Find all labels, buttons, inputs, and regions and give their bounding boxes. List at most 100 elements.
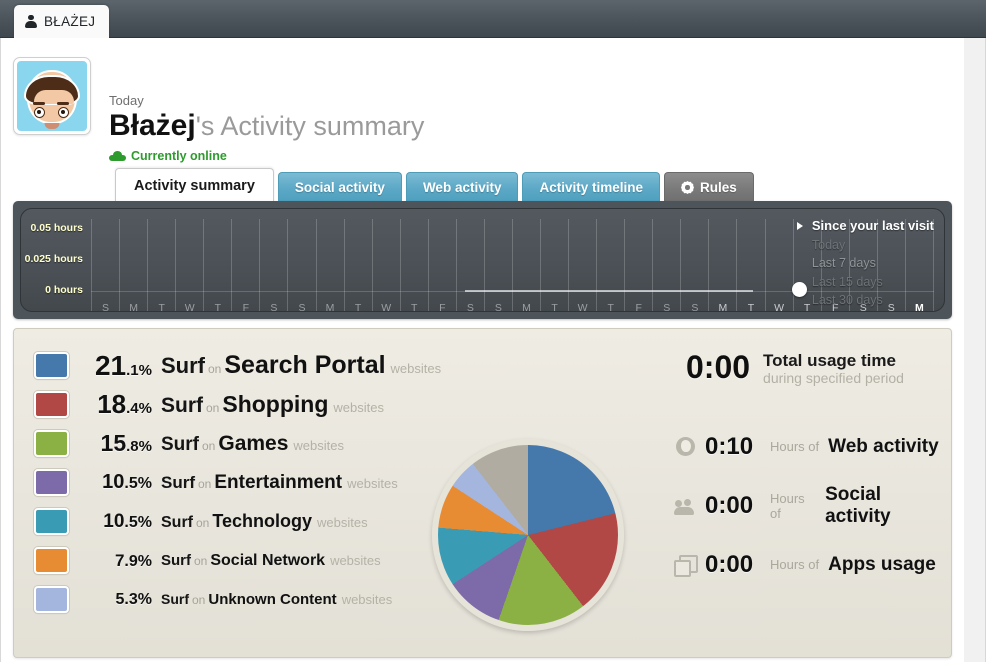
- top-bar: BŁAŻEJ: [0, 0, 986, 38]
- timeline-day-column[interactable]: S: [259, 219, 287, 311]
- tab-rules[interactable]: Rules: [664, 172, 754, 202]
- timeline-day-column[interactable]: T: [540, 219, 568, 311]
- legend-description: Surf on Games websites: [161, 432, 344, 456]
- legend-row[interactable]: 15.8% Surf on Games websites: [34, 424, 454, 463]
- social-activity-label: Social activity: [825, 483, 891, 527]
- user-tab[interactable]: BŁAŻEJ: [14, 5, 110, 38]
- legend-percent: 18.4%: [69, 389, 161, 420]
- legend-websites-word: websites: [390, 361, 442, 376]
- timeline-day-label: T: [354, 302, 362, 312]
- legend-row[interactable]: 5.3% Surf on Unknown Content websites: [34, 580, 454, 619]
- timeline-day-column[interactable]: W: [175, 219, 203, 312]
- avatar-eye-right: [58, 107, 69, 118]
- timeline-day-column[interactable]: S: [287, 219, 315, 311]
- range-option-last-7-days[interactable]: Last 7 days: [796, 254, 934, 273]
- legend-on-word: on: [194, 553, 208, 568]
- timeline-day-label: T: [411, 302, 418, 312]
- legend-on-word: on: [202, 438, 216, 453]
- legend-percent: 7.9%: [69, 551, 161, 571]
- timeline-day-column[interactable]: T: [203, 219, 231, 312]
- timeline-day-column[interactable]: S: [652, 219, 680, 311]
- timeline-day-column[interactable]: F: [231, 219, 259, 311]
- tab-social-activity[interactable]: Social activity: [277, 172, 402, 202]
- web-activity-hours-label: Hours of: [770, 439, 820, 454]
- legend-surf-word: Surf: [161, 394, 203, 417]
- legend-percent: 10.5%: [69, 471, 161, 494]
- timeline-day-column[interactable]: F: [624, 219, 652, 311]
- timeline-day-label: T: [607, 302, 614, 312]
- timeline-day-column[interactable]: S: [455, 219, 484, 311]
- legend-row[interactable]: 7.9% Surf on Social Network websites: [34, 541, 454, 580]
- legend-row[interactable]: 21.1% Surf on Search Portal websites: [34, 346, 454, 385]
- windows-icon: [674, 554, 698, 577]
- timeline-day-column[interactable]: W: [371, 219, 400, 311]
- tab-web-activity[interactable]: Web activity: [405, 172, 519, 202]
- range-option-last-30-days[interactable]: Last 30 days: [796, 291, 934, 310]
- range-option-since-last-visit[interactable]: Since your last visit: [796, 217, 934, 236]
- tab-label: Social activity: [294, 180, 385, 195]
- timeline-day-column[interactable]: M: [119, 219, 147, 311]
- total-usage-time: 0:00 Total usage time during specified p…: [674, 351, 944, 387]
- apps-usage-row: 0:00 Hours of Apps usage: [674, 535, 944, 594]
- range-option-today[interactable]: Today: [796, 236, 934, 255]
- timeline-day-label: M: [718, 302, 728, 312]
- timeline-day-column[interactable]: W: [764, 219, 793, 311]
- timeline-day-column[interactable]: M: [708, 219, 736, 312]
- legend-row[interactable]: 18.4% Surf on Shopping websites: [34, 385, 454, 424]
- timeline-day-column[interactable]: F: [427, 219, 456, 311]
- timeline-day-column[interactable]: T: [343, 219, 372, 312]
- web-activity-label: Web activity: [828, 435, 939, 457]
- y-axis-tick: 0 hours: [45, 284, 83, 296]
- timeline-day-label: S: [102, 302, 110, 312]
- social-activity-hours-label: Hours of: [770, 490, 805, 521]
- legend-surf-word: Surf: [161, 590, 189, 607]
- timeline-day-column[interactable]: S: [91, 219, 119, 312]
- gear-icon: [681, 181, 694, 194]
- timeline-day-column[interactable]: W: [568, 219, 596, 311]
- avatar-image: [17, 61, 87, 131]
- timeline-day-column[interactable]: S: [680, 219, 708, 311]
- timeline-day-label: S: [494, 302, 502, 312]
- tab-label: Rules: [700, 180, 737, 195]
- range-option-last-15-days[interactable]: Last 15 days: [796, 273, 934, 292]
- timeline-day-column[interactable]: T: [596, 219, 624, 312]
- tab-activity-summary[interactable]: Activity summary: [115, 168, 274, 202]
- avatar[interactable]: [13, 57, 91, 135]
- status-text: Currently online: [131, 149, 227, 163]
- timeline-day-column[interactable]: T: [399, 219, 428, 312]
- legend-surf-word: Surf: [161, 514, 193, 531]
- y-axis-tick: 0.05 hours: [30, 222, 83, 234]
- apps-usage-value: 0:00: [705, 550, 754, 578]
- timeline-day-column[interactable]: M: [315, 219, 344, 311]
- y-axis: 0.05 hours 0.025 hours 0 hours: [21, 209, 89, 311]
- page-inner: Today Błażej's Activity summary Currentl…: [1, 38, 964, 662]
- tab-activity-timeline[interactable]: Activity timeline: [522, 172, 660, 202]
- timeline-day-column[interactable]: T: [736, 219, 764, 311]
- legend-websites-word: websites: [317, 515, 368, 530]
- legend-description: Surf on Technology websites: [161, 511, 368, 532]
- avatar-brow-right: [57, 102, 69, 105]
- legend-on-word: on: [198, 476, 212, 491]
- status-badge: Currently online: [109, 149, 424, 163]
- legend-category-name: Unknown Content: [208, 590, 337, 608]
- globe-icon: [674, 436, 696, 457]
- legend-category-name: Technology: [212, 511, 313, 531]
- legend-row[interactable]: 10.5% Surf on Technology websites: [34, 502, 454, 541]
- legend-row[interactable]: 10.5% Surf on Entertainment websites: [34, 463, 454, 502]
- timeline-day-column[interactable]: M: [511, 219, 540, 311]
- timeline-day-label: T: [214, 302, 221, 312]
- legend-category-name: Entertainment: [214, 471, 343, 493]
- legend-percent-int: 10: [102, 471, 125, 493]
- timeline-day-column[interactable]: S: [483, 219, 512, 312]
- legend-websites-word: websites: [293, 437, 344, 453]
- timeline-graph[interactable]: 0.05 hours 0.025 hours 0 hours S M T W T F S S M…: [20, 208, 945, 312]
- total-usage-value: 0:00: [686, 349, 751, 385]
- legend-category-name: Games: [218, 431, 289, 455]
- total-usage-label: Total usage time: [763, 351, 896, 370]
- y-axis-tick: 0.025 hours: [24, 253, 83, 265]
- web-activity-value: 0:10: [705, 432, 754, 460]
- page-title-rest: 's Activity summary: [195, 111, 425, 141]
- legend-description: Surf on Shopping websites: [161, 391, 384, 418]
- timeline-day-column[interactable]: T: [147, 219, 175, 311]
- timeline-day-label: W: [184, 302, 195, 312]
